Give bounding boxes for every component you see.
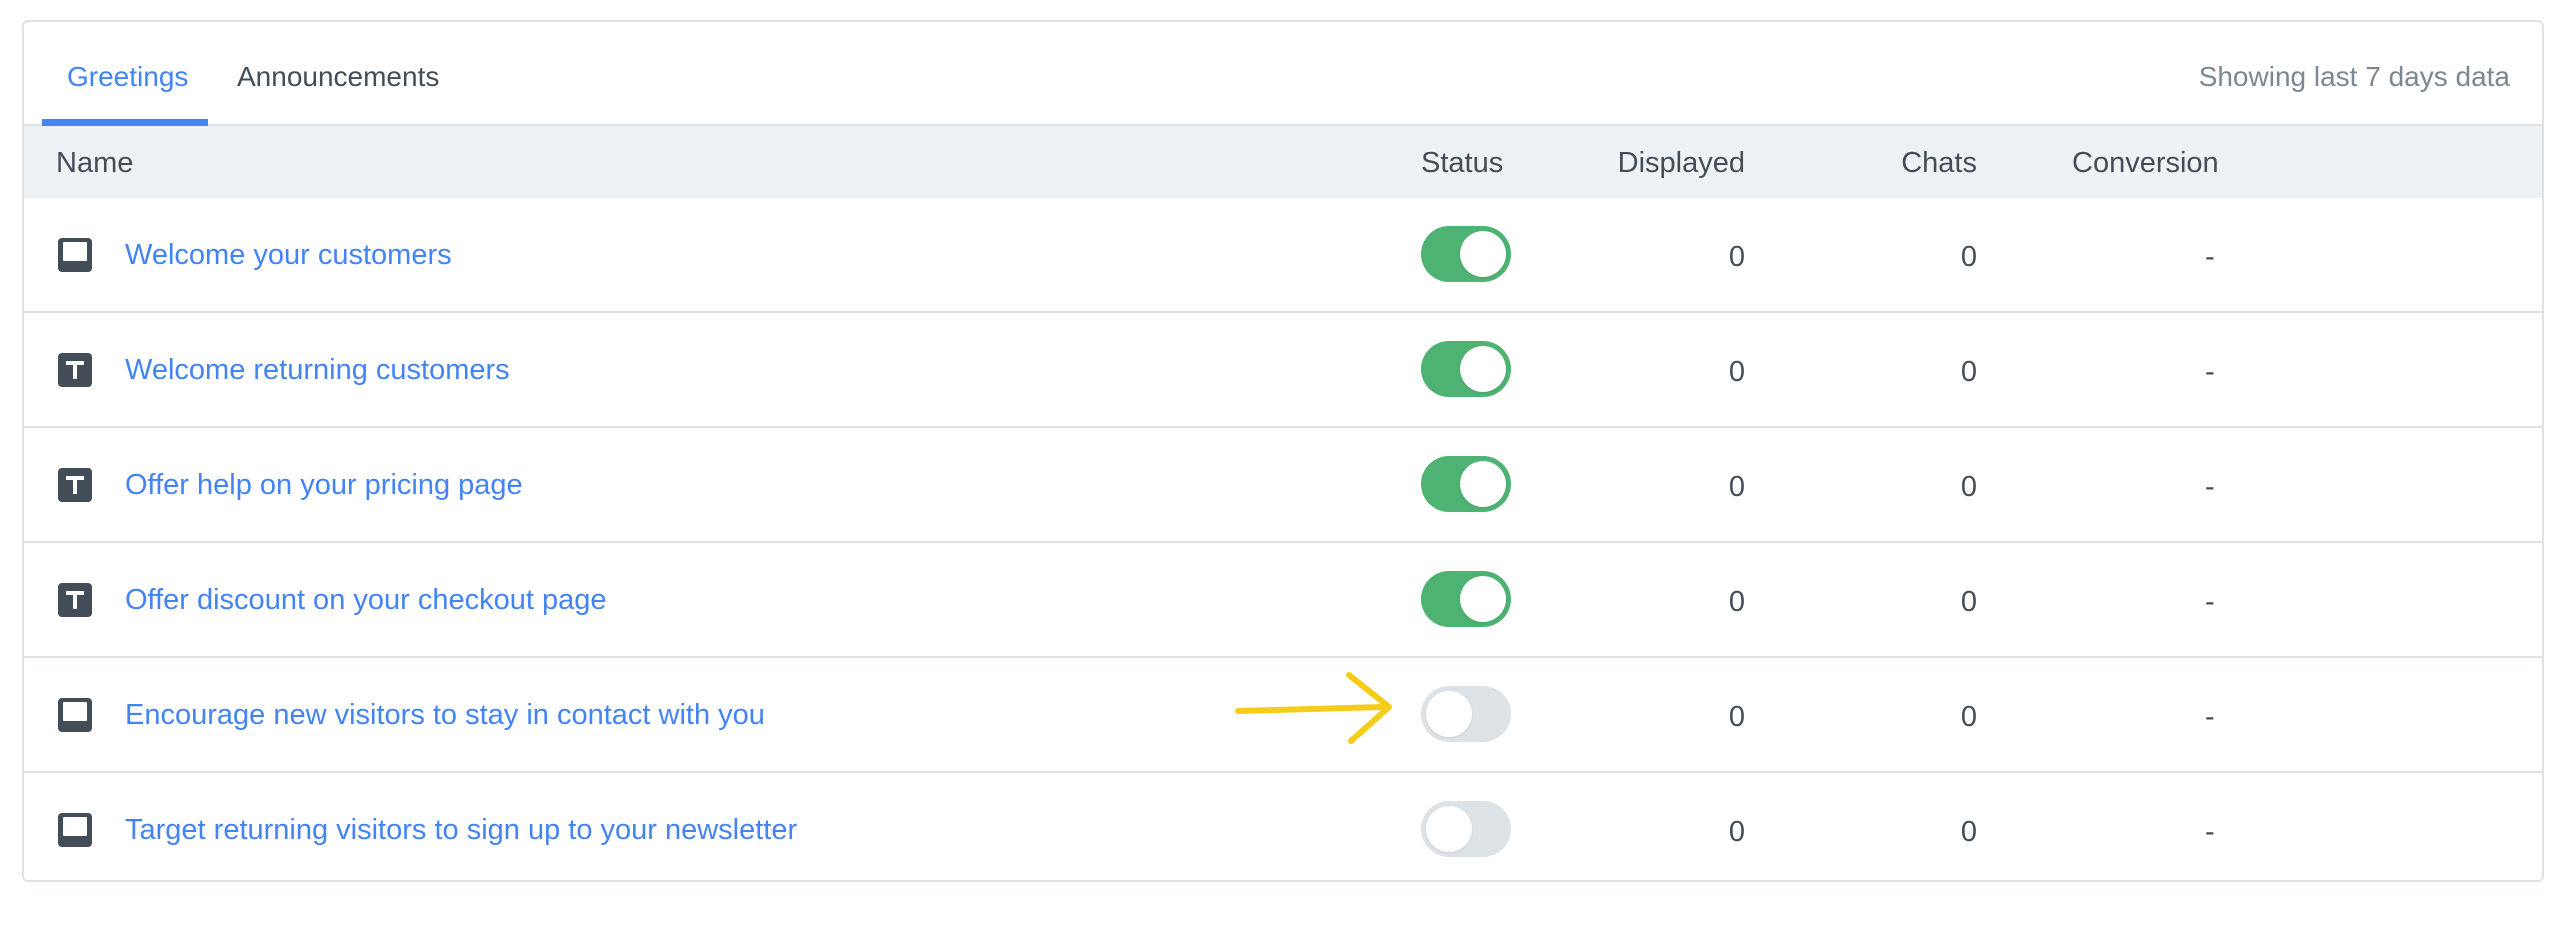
column-header-displayed: Displayed [1617, 147, 1745, 179]
displayed-count: 0 [1728, 356, 1745, 388]
column-header-chats: Chats [1901, 147, 1977, 179]
greeting-name-link[interactable]: Offer discount on your checkout page [125, 543, 607, 658]
toggle-knob [1460, 231, 1506, 277]
displayed-count: 0 [1728, 586, 1745, 618]
tab-announcements[interactable]: Announcements [212, 22, 464, 126]
greetings-panel: Greetings Announcements Showing last 7 d… [22, 20, 2544, 882]
column-header-conversion: Conversion [2072, 147, 2219, 179]
displayed-count: 0 [1728, 701, 1745, 733]
period-note: Showing last 7 days data [2198, 61, 2510, 92]
chats-count: 0 [1960, 471, 1977, 503]
conversion-value: - [2205, 701, 2215, 733]
chats-count: 0 [1960, 356, 1977, 388]
text-icon [58, 353, 92, 387]
text-icon [58, 583, 92, 617]
table-row: Offer help on your pricing page 0 0 - [24, 428, 2542, 543]
column-header-name: Name [56, 147, 134, 179]
popup-icon [58, 698, 92, 732]
table-header: Name Status Displayed Chats Conversion [24, 126, 2542, 198]
status-toggle[interactable] [1421, 341, 1511, 397]
status-toggle[interactable] [1421, 226, 1511, 282]
greeting-name-link[interactable]: Offer help on your pricing page [125, 428, 523, 543]
table-row: Encourage new visitors to stay in contac… [24, 658, 2542, 773]
conversion-value: - [2205, 816, 2215, 848]
chats-count: 0 [1960, 701, 1977, 733]
conversion-value: - [2205, 586, 2215, 618]
table-row: Offer discount on your checkout page 0 0… [24, 543, 2542, 658]
toggle-knob [1426, 806, 1472, 852]
status-toggle[interactable] [1421, 456, 1511, 512]
status-toggle[interactable] [1421, 686, 1511, 742]
displayed-count: 0 [1728, 241, 1745, 273]
conversion-value: - [2205, 471, 2215, 503]
tab-bar: Greetings Announcements Showing last 7 d… [24, 22, 2542, 126]
toggle-knob [1460, 576, 1506, 622]
displayed-count: 0 [1728, 471, 1745, 503]
toggle-knob [1460, 346, 1506, 392]
toggle-knob [1426, 691, 1472, 737]
popup-icon [58, 238, 92, 272]
greeting-name-link[interactable]: Encourage new visitors to stay in contac… [125, 658, 765, 773]
status-toggle[interactable] [1421, 571, 1511, 627]
status-toggle[interactable] [1421, 801, 1511, 857]
table-row: Welcome returning customers 0 0 - [24, 313, 2542, 428]
chats-count: 0 [1960, 816, 1977, 848]
conversion-value: - [2205, 356, 2215, 388]
text-icon [58, 468, 92, 502]
column-header-status: Status [1421, 147, 1504, 179]
greeting-name-link[interactable]: Welcome your customers [125, 198, 452, 313]
displayed-count: 0 [1728, 816, 1745, 848]
chats-count: 0 [1960, 241, 1977, 273]
greeting-name-link[interactable]: Target returning visitors to sign up to … [125, 773, 797, 880]
table-row: Target returning visitors to sign up to … [24, 773, 2542, 880]
chats-count: 0 [1960, 586, 1977, 618]
conversion-value: - [2205, 241, 2215, 273]
popup-icon [58, 813, 92, 847]
toggle-knob [1460, 461, 1506, 507]
tab-greetings[interactable]: Greetings [42, 22, 208, 126]
table-row: Welcome your customers 0 0 - [24, 198, 2542, 313]
greeting-name-link[interactable]: Welcome returning customers [125, 313, 510, 428]
